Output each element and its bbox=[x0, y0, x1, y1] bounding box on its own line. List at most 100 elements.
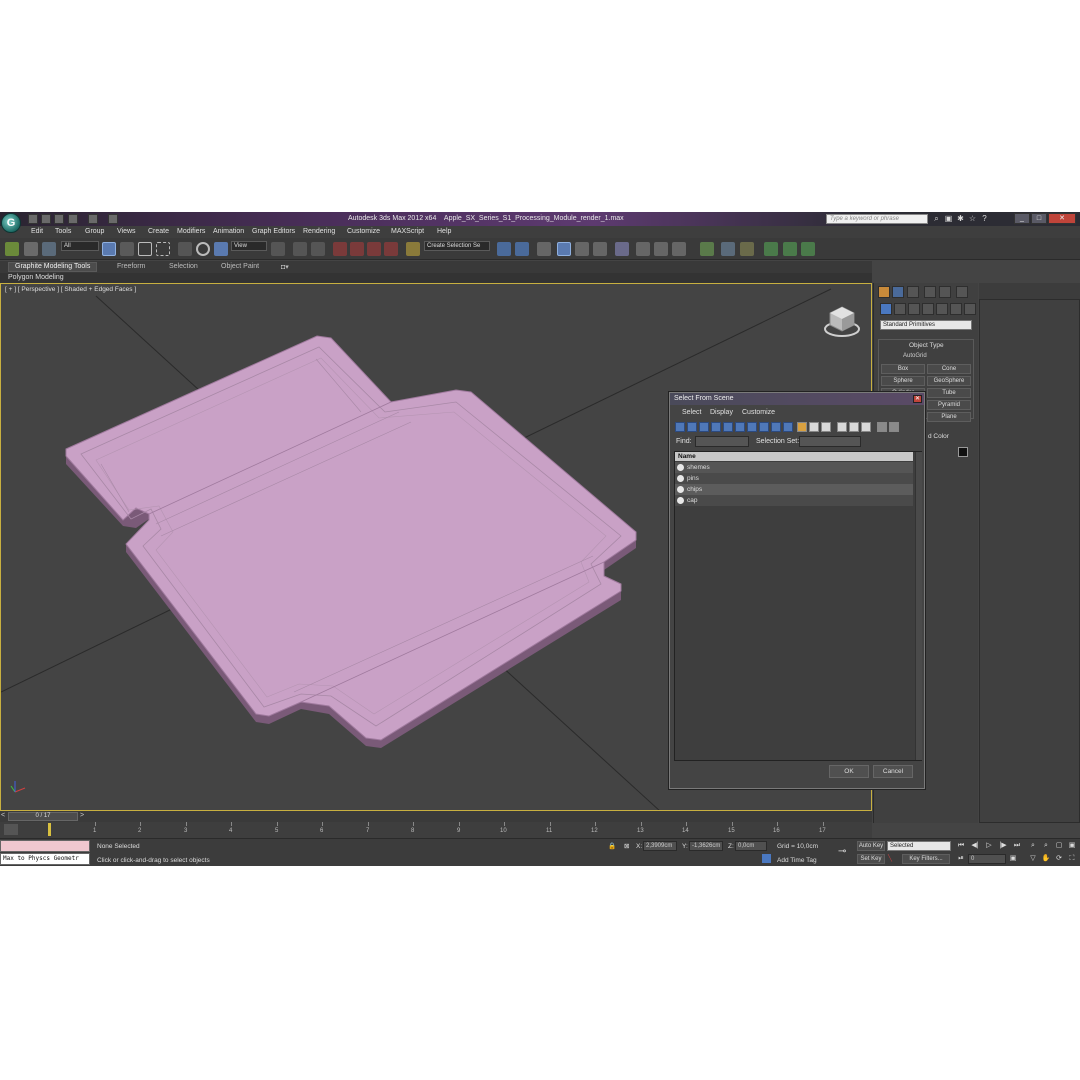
orbit-icon[interactable]: ⟳ bbox=[1054, 854, 1064, 864]
tab-object-paint[interactable]: Object Paint bbox=[221, 263, 259, 270]
select-and-manipulate-icon[interactable] bbox=[293, 242, 307, 256]
graphite-toggle-icon[interactable] bbox=[557, 242, 571, 256]
close-button[interactable]: ✕ bbox=[1048, 213, 1076, 224]
list-item[interactable]: shemes bbox=[675, 462, 913, 473]
unlink-icon[interactable] bbox=[24, 242, 38, 256]
pyramid-button[interactable]: Pyramid bbox=[927, 400, 971, 410]
add-time-tag[interactable]: Add Time Tag bbox=[777, 857, 817, 864]
key-mode-icon[interactable]: ⊸ bbox=[838, 846, 846, 857]
mirror-icon[interactable] bbox=[497, 242, 511, 256]
utilities-tab-icon[interactable] bbox=[956, 286, 968, 298]
zoom-extents-icon[interactable]: ▢ bbox=[1054, 841, 1064, 851]
select-and-scale-icon[interactable] bbox=[214, 242, 228, 256]
modify-tab-icon[interactable] bbox=[892, 286, 904, 298]
ribbon-panel-label[interactable]: Polygon Modeling bbox=[8, 274, 64, 281]
help-icon[interactable]: ? bbox=[980, 214, 989, 223]
menu-rendering[interactable]: Rendering bbox=[303, 228, 335, 235]
select-and-rotate-icon[interactable] bbox=[196, 242, 210, 256]
percent-snap-icon[interactable] bbox=[367, 242, 381, 256]
filter-cameras-icon[interactable] bbox=[711, 422, 721, 432]
cone-button[interactable]: Cone bbox=[927, 364, 971, 374]
menu-group[interactable]: Group bbox=[85, 228, 104, 235]
name-column-header[interactable]: Name bbox=[675, 452, 913, 461]
motion-tab-icon[interactable] bbox=[924, 286, 936, 298]
geometry-icon[interactable] bbox=[880, 303, 892, 315]
viewcube-icon[interactable] bbox=[824, 303, 860, 339]
select-none-icon[interactable] bbox=[849, 422, 859, 432]
tab-graphite-modeling-tools[interactable]: Graphite Modeling Tools bbox=[8, 262, 98, 272]
find-input[interactable] bbox=[695, 436, 749, 447]
list-scrollbar[interactable] bbox=[915, 452, 922, 760]
set-key-button[interactable]: Set Key bbox=[857, 854, 885, 864]
zoom-all-icon[interactable]: ⌕ bbox=[1041, 841, 1051, 851]
curve-editor-icon[interactable] bbox=[575, 242, 589, 256]
dialog-menu-display[interactable]: Display bbox=[710, 409, 733, 416]
list-item[interactable]: pins bbox=[675, 473, 913, 484]
pan-icon[interactable]: ✋ bbox=[1041, 854, 1051, 864]
menu-create[interactable]: Create bbox=[148, 228, 169, 235]
display-tab-icon[interactable] bbox=[939, 286, 951, 298]
material-editor-icon[interactable] bbox=[615, 242, 629, 256]
display-children-icon[interactable] bbox=[797, 422, 807, 432]
application-menu-button[interactable]: G bbox=[1, 213, 21, 233]
auto-key-button[interactable]: Auto Key bbox=[857, 841, 885, 851]
binoculars-icon[interactable]: ⌕ bbox=[932, 214, 941, 223]
play-icon[interactable]: ▷ bbox=[984, 841, 994, 851]
rendered-frame-window-icon[interactable] bbox=[654, 242, 668, 256]
snaps-toggle-icon[interactable] bbox=[333, 242, 347, 256]
filter-bones-icon[interactable] bbox=[771, 422, 781, 432]
align-icon[interactable] bbox=[515, 242, 529, 256]
bind-space-warp-icon[interactable] bbox=[42, 242, 56, 256]
hierarchy-tab-icon[interactable] bbox=[907, 286, 919, 298]
menu-views[interactable]: Views bbox=[117, 228, 136, 235]
filter-xrefs-icon[interactable] bbox=[759, 422, 769, 432]
shapes-icon[interactable] bbox=[894, 303, 906, 315]
angle-snap-icon[interactable] bbox=[350, 242, 364, 256]
key-filters-button[interactable]: Key Filters... bbox=[902, 854, 950, 864]
filter-helpers-icon[interactable] bbox=[723, 422, 733, 432]
lock-selection-icon[interactable]: 🔒 bbox=[608, 842, 616, 850]
maximize-viewport-icon[interactable]: ⛶ bbox=[1067, 854, 1077, 864]
render-setup-icon[interactable] bbox=[636, 242, 650, 256]
spinner-snap-icon[interactable] bbox=[384, 242, 398, 256]
time-tag-icon[interactable] bbox=[762, 854, 771, 863]
create-tab-icon[interactable] bbox=[878, 286, 890, 298]
mini-curve-editor-icon[interactable] bbox=[4, 824, 18, 835]
select-by-name-icon[interactable] bbox=[120, 242, 134, 256]
keyboard-shortcut-override-icon[interactable] bbox=[311, 242, 325, 256]
named-selection-set-dropdown[interactable]: Create Selection Se bbox=[424, 241, 490, 251]
goto-end-icon[interactable]: ⏭ bbox=[1012, 841, 1022, 851]
geosphere-button[interactable]: GeoSphere bbox=[927, 376, 971, 386]
name-and-color-rollout-title[interactable]: d Color bbox=[928, 433, 949, 440]
redo-icon[interactable] bbox=[88, 214, 98, 224]
display-influences-icon[interactable] bbox=[809, 422, 819, 432]
extra-tool-4-icon[interactable] bbox=[764, 242, 778, 256]
time-configuration-icon[interactable]: ▣ bbox=[1008, 854, 1018, 864]
menu-help[interactable]: Help bbox=[437, 228, 451, 235]
schematic-view-icon[interactable] bbox=[593, 242, 607, 256]
z-coordinate-field[interactable]: 0,0cm bbox=[735, 841, 767, 851]
processing-module-model[interactable] bbox=[65, 335, 637, 748]
box-button[interactable]: Box bbox=[881, 364, 925, 374]
y-coordinate-field[interactable]: -1,3626cm bbox=[689, 841, 723, 851]
plane-button[interactable]: Plane bbox=[927, 412, 971, 422]
track-bar[interactable]: 1 2 3 4 5 6 7 8 9 10 11 12 13 14 15 16 1… bbox=[0, 822, 872, 838]
absolute-mode-icon[interactable]: ⊠ bbox=[624, 842, 629, 850]
cancel-button[interactable]: Cancel bbox=[873, 765, 913, 778]
favorites-star-icon[interactable]: ☆ bbox=[968, 214, 977, 223]
window-crossing-icon[interactable] bbox=[156, 242, 170, 256]
dialog-title-bar[interactable]: Select From Scene ✕ bbox=[670, 393, 924, 405]
time-prev-icon[interactable]: < bbox=[1, 812, 5, 819]
helpers-icon[interactable] bbox=[936, 303, 948, 315]
tube-button[interactable]: Tube bbox=[927, 388, 971, 398]
key-mode-toggle-icon[interactable]: ⏯ bbox=[956, 854, 966, 864]
extra-tool-1-icon[interactable] bbox=[700, 242, 714, 256]
menu-customize[interactable]: Customize bbox=[347, 228, 380, 235]
select-and-link-icon[interactable] bbox=[5, 242, 19, 256]
extra-tool-5-icon[interactable] bbox=[783, 242, 797, 256]
select-object-icon[interactable] bbox=[102, 242, 116, 256]
time-slider-thumb[interactable]: 0 / 17 bbox=[8, 812, 78, 821]
dialog-menu-customize[interactable]: Customize bbox=[742, 409, 775, 416]
systems-icon[interactable] bbox=[964, 303, 976, 315]
time-slider[interactable]: < 0 / 17 > bbox=[0, 811, 872, 822]
